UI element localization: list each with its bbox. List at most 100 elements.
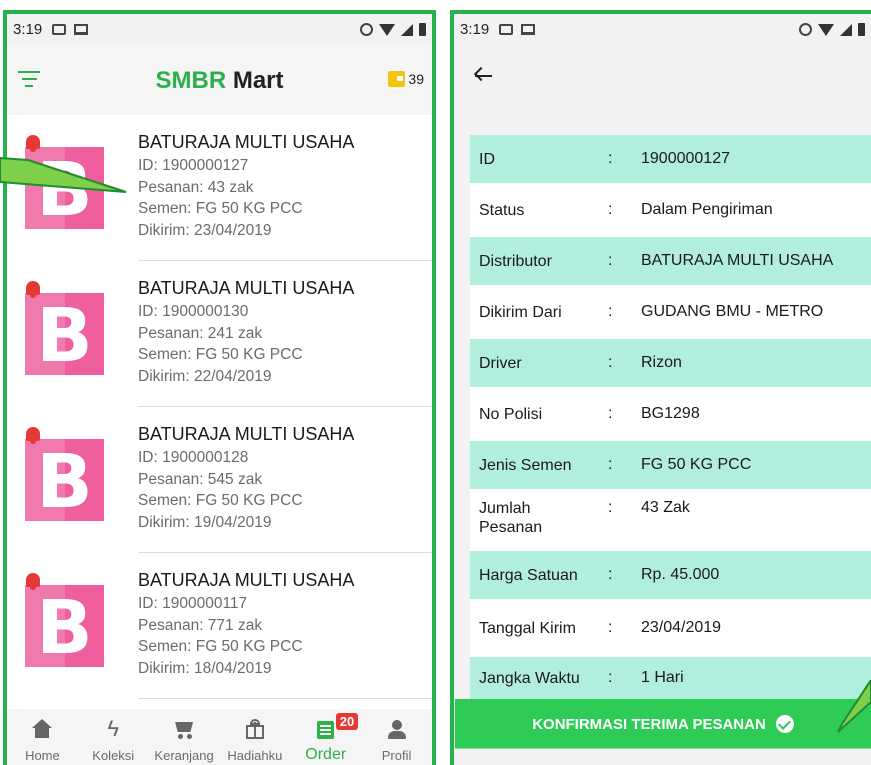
order-id: ID: 1900000117	[138, 595, 248, 612]
alarm-icon	[360, 23, 373, 36]
app-header: SMBR Mart 39	[7, 45, 432, 115]
detail-value: Rizon	[641, 354, 682, 371]
order-quantity: Pesanan: 43 zak	[138, 178, 254, 196]
detail-value: BATURAJA MULTI USAHA	[641, 252, 834, 269]
nav-label: Hadiahku	[227, 748, 283, 763]
detail-label: Harga Satuan	[479, 566, 578, 584]
status-bar: 3:19	[7, 14, 432, 45]
nav-label: Koleksi	[92, 748, 135, 763]
app-title-brand: SMBR	[155, 67, 227, 94]
order-detail-table: ID : 1900000127 Status : Dalam Pengirima…	[470, 135, 871, 699]
detail-label: ID	[479, 150, 495, 168]
detail-label: Distributor	[479, 252, 552, 270]
detail-colon: :	[608, 669, 613, 686]
detail-value: BG1298	[641, 405, 700, 422]
app-title: SMBR Mart	[7, 67, 432, 95]
detail-value: 23/04/2019	[641, 619, 722, 636]
nav-hadiahku[interactable]: Hadiahku	[219, 709, 290, 765]
detail-row-quantity: Jumlah Pesanan : 43 Zak	[470, 489, 871, 551]
home-icon	[31, 719, 53, 739]
detail-row-status: Status : Dalam Pengiriman	[470, 183, 871, 237]
order-date: Dikirim: 18/04/2019	[138, 659, 272, 677]
order-date: Dikirim: 19/04/2019	[138, 513, 272, 531]
signal-icon	[401, 23, 413, 36]
detail-row-distributor: Distributor : BATURAJA MULTI USAHA	[470, 237, 871, 285]
nav-home[interactable]: Home	[7, 709, 78, 765]
wifi-icon	[818, 23, 834, 36]
screenshot-stage: 3:19 SMBR Mart 39 BATURAJA MULTI USAHA I…	[0, 0, 871, 765]
order-quantity: Pesanan: 545 zak	[138, 470, 263, 488]
laptop-icon	[521, 24, 536, 35]
distributor-logo: B	[25, 293, 104, 375]
order-quantity: Pesanan: 241 zak	[138, 324, 263, 342]
detail-row-duration: Jangka Waktu : 1 Hari	[470, 657, 871, 699]
detail-colon: :	[608, 456, 613, 473]
signal-icon	[840, 23, 852, 36]
bell-icon	[25, 279, 41, 299]
detail-value: 1 Hari	[641, 669, 684, 686]
detail-row-cement: Jenis Semen : FG 50 KG PCC	[470, 441, 871, 489]
order-cement: Semen: FG 50 KG PCC	[138, 638, 303, 655]
order-id: ID: 1900000128	[138, 449, 249, 466]
detail-row-driver: Driver : Rizon	[470, 339, 871, 387]
order-badge: 20	[335, 713, 359, 730]
wallet-icon	[388, 71, 406, 87]
app-title-rest: Mart	[226, 67, 284, 94]
detail-colon: :	[608, 201, 613, 218]
distributor-logo: B	[25, 585, 104, 667]
battery-icon	[858, 23, 865, 36]
list-item[interactable]: B BATURAJA MULTI USAHA ID: 1900000128 Pe…	[7, 407, 432, 553]
gift-icon	[244, 719, 266, 739]
wallet-points[interactable]: 39	[388, 71, 424, 87]
detail-colon: :	[608, 619, 613, 636]
detail-colon: :	[608, 354, 613, 371]
detail-colon: :	[608, 499, 613, 516]
confirm-receipt-button[interactable]: KONFIRMASI TERIMA PESANAN	[455, 699, 871, 749]
nav-keranjang[interactable]: Keranjang	[149, 709, 220, 765]
nav-label: Home	[25, 748, 60, 763]
order-detail-body: ID : 1900000127 Status : Dalam Pengirima…	[454, 111, 871, 765]
list-item[interactable]: B BATURAJA MULTI USAHA ID: 1900000117 Pe…	[7, 553, 432, 699]
detail-label: Jenis Semen	[479, 456, 572, 474]
order-name: BATURAJA MULTI USAHA	[138, 570, 355, 590]
detail-value: 43 Zak	[641, 499, 690, 516]
bell-icon	[25, 571, 41, 591]
nav-label: Keranjang	[154, 748, 214, 763]
detail-value: Rp. 45.000	[641, 566, 720, 583]
order-list-screen: 3:19 SMBR Mart 39 BATURAJA MULTI USAHA I…	[3, 10, 436, 765]
message-icon	[52, 24, 67, 35]
order-name: BATURAJA MULTI USAHA	[138, 424, 355, 444]
detail-row-plate: No Polisi : BG1298	[470, 387, 871, 441]
nav-order[interactable]: 20 Order	[290, 709, 361, 765]
detail-colon: :	[608, 405, 613, 422]
detail-label: Jangka Waktu	[479, 669, 580, 687]
cart-icon	[173, 719, 195, 739]
status-time: 3:19	[460, 21, 490, 38]
confirm-receipt-label: KONFIRMASI TERIMA PESANAN	[532, 715, 766, 733]
order-detail-screen: 3:19 ID : 1900000127 Status: Dalam Peng…	[450, 10, 871, 765]
order-list: B BATURAJA MULTI USAHA ID: 1900000127 Pe…	[7, 115, 432, 709]
list-item[interactable]: B BATURAJA MULTI USAHA ID: 1900000130 Pe…	[7, 261, 432, 407]
detail-row-unit-price: Harga Satuan : Rp. 45.000	[470, 551, 871, 599]
order-cement: Semen: FG 50 KG PCC	[138, 200, 303, 217]
order-date: Dikirim: 23/04/2019	[138, 221, 272, 239]
nav-koleksi[interactable]: ϟ Koleksi	[78, 709, 149, 765]
detail-value: GUDANG BMU - METRO	[641, 303, 824, 320]
bottom-nav: Home ϟ Koleksi Keranjang Hadiahku 20 Ord…	[7, 709, 432, 765]
order-cement: Semen: FG 50 KG PCC	[138, 492, 303, 509]
detail-header	[454, 45, 871, 111]
profile-icon	[386, 719, 408, 739]
detail-value: Dalam Pengiriman	[641, 201, 773, 218]
order-date: Dikirim: 22/04/2019	[138, 367, 272, 385]
order-id: ID: 1900000130	[138, 303, 249, 320]
bolt-icon: ϟ	[107, 716, 120, 741]
detail-colon: :	[608, 303, 613, 320]
order-name: BATURAJA MULTI USAHA	[138, 132, 355, 152]
wifi-icon	[379, 23, 395, 36]
nav-label: Order	[305, 746, 347, 763]
detail-row-ship-date: Tanggal Kirim : 23/04/2019	[470, 599, 871, 657]
order-icon: 20	[315, 713, 359, 739]
detail-colon: :	[608, 252, 613, 269]
back-arrow-icon[interactable]	[472, 65, 494, 87]
nav-profil[interactable]: Profil	[361, 709, 432, 765]
